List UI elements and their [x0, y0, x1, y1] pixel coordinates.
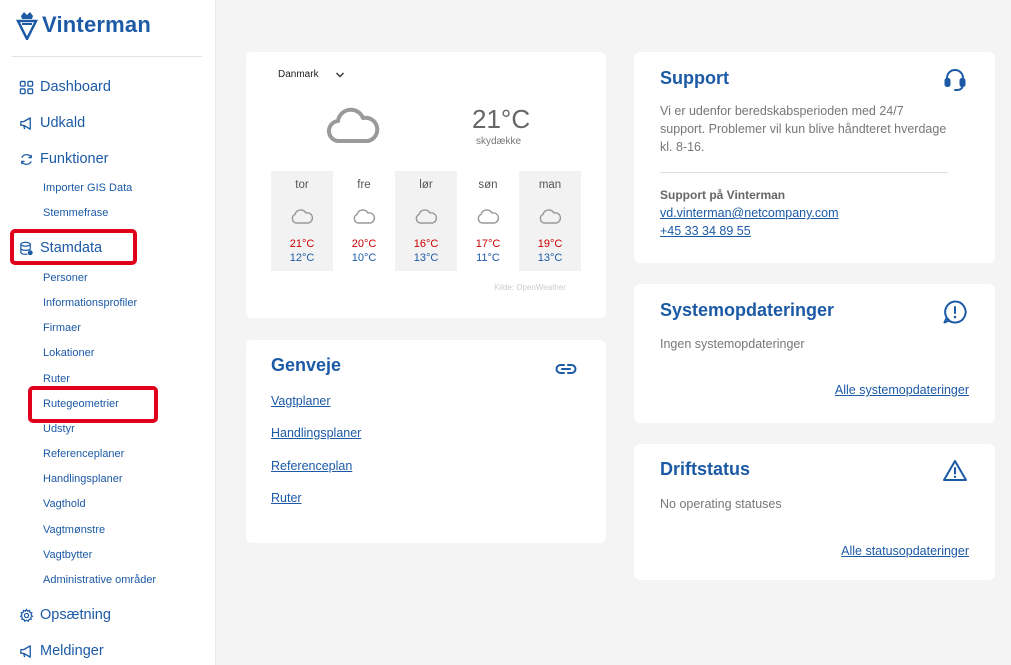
sidebar-subitem-vagtbytter[interactable]: Vagtbytter	[43, 549, 92, 561]
warning-triangle-icon	[943, 460, 967, 481]
shortcuts-card: Genveje Vagtplaner Handlingsplaner Refer…	[246, 340, 606, 543]
cloud-icon	[291, 209, 314, 224]
shortcut-link-ruter[interactable]: Ruter	[271, 491, 302, 505]
all-system-updates-link[interactable]: Alle systemopdateringer	[835, 383, 969, 397]
sidebar-item-label: Dashboard	[40, 79, 111, 95]
all-status-updates-link[interactable]: Alle statusopdateringer	[841, 544, 969, 558]
system-updates-card: Systemopdateringer Ingen systemopdaterin…	[634, 284, 995, 423]
cloud-icon	[415, 209, 438, 224]
support-email-link[interactable]: vd.vinterman@netcompany.com	[660, 206, 839, 220]
support-divider	[660, 172, 948, 173]
system-updates-title: Systemopdateringer	[660, 300, 835, 320]
cloud-icon	[477, 209, 500, 224]
sidebar-subitem-ruter[interactable]: Ruter	[43, 373, 70, 385]
chevron-down-icon	[335, 72, 344, 77]
current-condition: skydække	[476, 136, 522, 147]
shortcuts-title: Genveje	[271, 355, 342, 375]
forecast-low: 13°C	[537, 252, 563, 264]
forecast-high: 16°C	[413, 238, 439, 250]
headset-icon	[944, 69, 966, 91]
forecast-high: 19°C	[537, 238, 563, 250]
shortcut-link-vagtplaner[interactable]: Vagtplaner	[271, 394, 331, 408]
sidebar-subitem-administrative-omraader[interactable]: Administrative områder	[43, 574, 156, 586]
megaphone-icon	[18, 115, 34, 131]
sidebar-subitem-udstyr[interactable]: Udstyr	[43, 423, 75, 435]
cloud-icon	[353, 209, 376, 224]
sidebar-subitem-handlingsplaner[interactable]: Handlingsplaner	[43, 473, 123, 485]
logo-divider	[12, 56, 202, 57]
shortcut-link-handlingsplaner[interactable]: Handlingsplaner	[271, 426, 361, 440]
forecast-day-name: fre	[357, 179, 371, 191]
forecast-low: 10°C	[351, 252, 377, 264]
current-temperature: 21°C	[472, 104, 531, 134]
sidebar-item-label: Funktioner	[40, 151, 109, 167]
crown-logo-icon	[16, 12, 38, 40]
highlight-box-stamdata	[10, 229, 137, 265]
forecast-low: 13°C	[413, 252, 439, 264]
forecast-day-name: man	[538, 179, 562, 191]
sidebar-item-opsaetning[interactable]: Opsætning	[18, 607, 111, 623]
sidebar-subitem-vagtmonstre[interactable]: Vagtmønstre	[43, 524, 105, 536]
sidebar-subitem-referenceplaner[interactable]: Referenceplaner	[43, 448, 124, 460]
highlight-box-rutegeometrier	[28, 386, 158, 423]
logo-text: Vinterman	[42, 12, 151, 37]
sidebar-subitem-personer[interactable]: Personer	[43, 272, 88, 284]
forecast-day: tor 21°C 12°C	[271, 171, 333, 271]
sidebar-item-label: Udkald	[40, 115, 86, 131]
forecast-low: 12°C	[289, 252, 315, 264]
sidebar: Vinterman Dashboard Udkald Funktioner Im…	[0, 0, 216, 665]
grid-icon	[18, 79, 34, 95]
sidebar-item-dashboard[interactable]: Dashboard	[18, 79, 111, 95]
sidebar-subitem-importer-gis-data[interactable]: Importer GIS Data	[43, 182, 132, 194]
forecast-low: 11°C	[476, 252, 500, 264]
forecast-day: fre 20°C 10°C	[333, 171, 395, 271]
support-text: Vi er udenfor beredskabsperioden med 24/…	[660, 104, 947, 154]
cloud-icon	[539, 209, 562, 224]
sidebar-subitem-stemmefrase[interactable]: Stemmefrase	[43, 207, 108, 219]
forecast-high: 21°C	[289, 238, 315, 250]
sidebar-item-udkald[interactable]: Udkald	[18, 115, 85, 131]
sidebar-item-label: Opsætning	[40, 607, 111, 623]
sidebar-item-funktioner[interactable]: Funktioner	[18, 151, 109, 167]
forecast-day: søn 17°C 11°C	[457, 171, 519, 271]
shortcut-link-referenceplan[interactable]: Referenceplan	[271, 459, 352, 473]
sidebar-subitem-lokationer[interactable]: Lokationer	[43, 347, 94, 359]
weather-card: Danmark 21°C skydække tor 21°C 12°C fre …	[246, 52, 606, 318]
weather-source: Kilde: OpenWeather	[494, 283, 566, 292]
sidebar-subitem-vagthold[interactable]: Vagthold	[43, 498, 86, 510]
link-icon	[555, 364, 577, 374]
forecast-day: man 19°C 13°C	[519, 171, 581, 271]
cloud-icon	[327, 107, 380, 144]
megaphone-icon	[18, 643, 34, 659]
operating-status-text: No operating statuses	[660, 497, 782, 511]
forecast-high: 17°C	[475, 238, 501, 250]
forecast-row: tor 21°C 12°C fre 20°C 10°C lør 16°C 13°…	[271, 171, 581, 271]
refresh-icon	[18, 151, 34, 167]
sidebar-subitem-informationsprofiler[interactable]: Informationsprofiler	[43, 297, 137, 309]
support-title: Support	[660, 68, 729, 88]
support-phone-link[interactable]: +45 33 34 89 55	[660, 224, 751, 238]
system-updates-text: Ingen systemopdateringer	[660, 337, 805, 351]
support-card: Support Vi er udenfor beredskabsperioden…	[634, 52, 995, 263]
support-subtitle: Support på Vinterman	[660, 188, 786, 202]
country-select[interactable]: Danmark	[278, 69, 345, 80]
operating-status-title: Driftstatus	[660, 459, 751, 479]
sidebar-subitem-firmaer[interactable]: Firmaer	[43, 322, 81, 334]
alert-circle-icon	[943, 300, 967, 324]
forecast-day-name: lør	[419, 179, 433, 191]
sidebar-item-meldinger[interactable]: Meldinger	[18, 643, 104, 659]
country-select-value: Danmark	[278, 69, 319, 80]
operating-status-card: Driftstatus No operating statuses Alle s…	[634, 444, 995, 580]
logo[interactable]: Vinterman	[16, 10, 151, 40]
forecast-high: 20°C	[351, 238, 377, 250]
forecast-day: lør 16°C 13°C	[395, 171, 457, 271]
forecast-day-name: tor	[295, 179, 309, 191]
sidebar-item-label: Meldinger	[40, 643, 104, 659]
gear-icon	[18, 607, 34, 623]
forecast-day-name: søn	[478, 179, 498, 191]
